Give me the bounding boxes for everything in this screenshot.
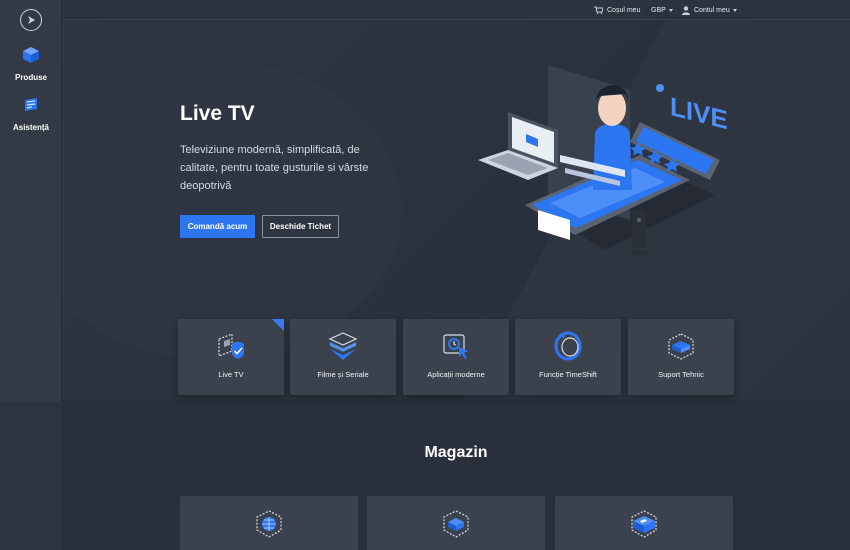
- hero-title: Live TV: [180, 102, 255, 125]
- live-tv-icon: [218, 333, 244, 359]
- layers-icon: [328, 332, 358, 360]
- support-icon: [25, 98, 37, 111]
- account-label: Contul meu: [694, 6, 730, 14]
- cart-icon: [594, 6, 603, 14]
- top-bar: Coșul meu GBP Contul meu: [62, 0, 850, 20]
- play-logo-icon[interactable]: [20, 9, 42, 31]
- chevron-down-icon: [668, 8, 673, 12]
- feature-card-label: Live TV: [218, 370, 244, 379]
- feature-card-label: Funcție TimeShift: [539, 370, 597, 379]
- feature-card-live-tv[interactable]: Live TV: [178, 319, 284, 395]
- box-icon: [23, 47, 39, 63]
- open-ticket-button[interactable]: Deschide Tichet: [262, 215, 339, 238]
- sidebar: Produse Asistență: [0, 0, 62, 550]
- cart-label: Coșul meu: [607, 6, 641, 14]
- shop-card[interactable]: [180, 496, 358, 550]
- live-tv-illustration: LIVE: [478, 65, 728, 256]
- tag-cube-icon: [631, 510, 657, 538]
- timeshift-icon: [554, 331, 582, 361]
- globe-cube-icon: [256, 510, 282, 538]
- currency-dropdown[interactable]: GBP: [651, 0, 673, 20]
- shop-card[interactable]: [367, 496, 545, 550]
- shop-card[interactable]: [555, 496, 733, 550]
- cart-link[interactable]: Coșul meu: [594, 0, 640, 20]
- feature-card-label: Suport Tehnic: [658, 370, 704, 379]
- sidebar-item-asistenta[interactable]: Asistență: [0, 96, 62, 135]
- hero-subtitle: Televiziune modernă, simplificată, de ca…: [180, 144, 369, 192]
- user-icon: [682, 5, 690, 15]
- feature-card-suport[interactable]: Suport Tehnic: [628, 319, 734, 395]
- sidebar-item-label: Produse: [14, 73, 47, 82]
- apps-icon: [443, 334, 468, 359]
- live-illustration-text: LIVE: [670, 91, 728, 135]
- account-dropdown[interactable]: Contul meu: [682, 0, 737, 20]
- shop-section-title: Magazin: [424, 444, 488, 461]
- stack-cube-icon: [443, 510, 469, 538]
- feature-card-label: Filme și Seriale: [317, 370, 369, 379]
- selected-corner-icon: [272, 319, 284, 331]
- currency-label: GBP: [651, 6, 666, 14]
- chevron-down-icon: [732, 8, 737, 12]
- support-box-icon: [668, 333, 694, 360]
- order-now-button[interactable]: Comandă acum: [180, 215, 255, 238]
- feature-card-aplicatii[interactable]: Aplicații moderne: [403, 319, 509, 395]
- feature-card-timeshift[interactable]: Funcție TimeShift: [515, 319, 621, 395]
- sidebar-item-label: Asistență: [12, 123, 49, 132]
- feature-card-label: Aplicații moderne: [427, 370, 485, 379]
- sidebar-item-produse[interactable]: Produse: [0, 46, 62, 85]
- feature-card-filme-seriale[interactable]: Filme și Seriale: [290, 319, 396, 395]
